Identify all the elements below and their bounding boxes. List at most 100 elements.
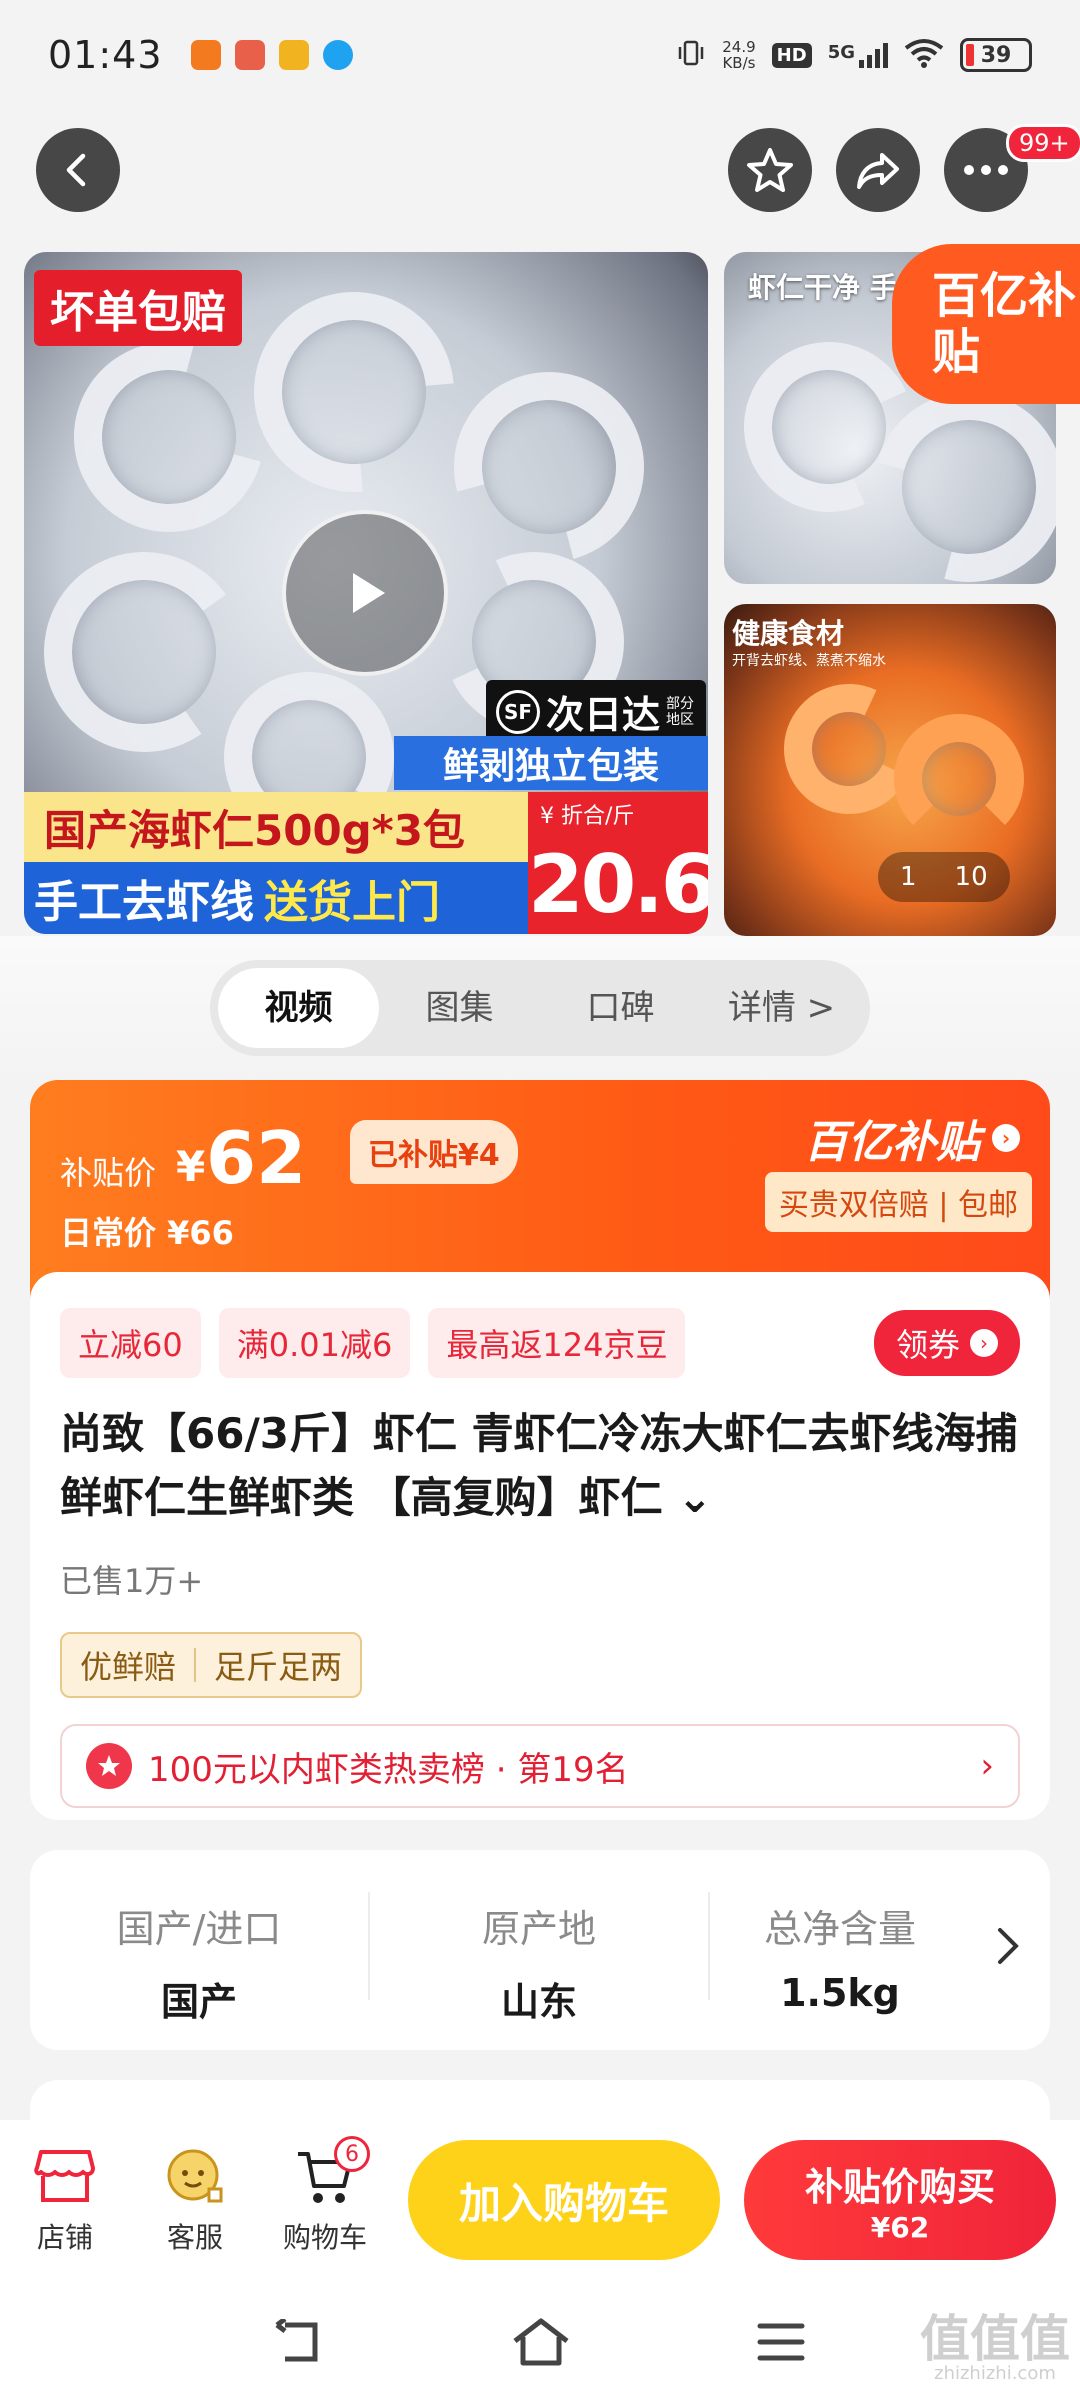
param-key: 国产/进口 bbox=[116, 1907, 282, 1951]
home-icon bbox=[513, 2318, 569, 2366]
network-type: 5G bbox=[827, 42, 855, 63]
cart-count-badge: 6 bbox=[334, 2136, 370, 2172]
app-notification-icon bbox=[234, 40, 265, 70]
tab-details[interactable]: 详情 > bbox=[701, 968, 862, 1048]
thumbnail-subcaption: 开背去虾线、蒸煮不缩水 bbox=[732, 653, 886, 669]
buy-now-label: 补贴价购买 bbox=[804, 2165, 995, 2209]
sold-count: 已售1万+ bbox=[60, 1562, 204, 1600]
product-params-card[interactable]: 国产/进口 国产 原产地 山东 总净含量 1.5kg bbox=[30, 1850, 1050, 2050]
cart-button[interactable]: 6 购物车 bbox=[270, 2136, 380, 2256]
tab-reviews[interactable]: 口碑 bbox=[540, 968, 701, 1048]
pager-current: 1 bbox=[900, 862, 917, 892]
back-icon bbox=[275, 2319, 318, 2362]
cart-icon: 6 bbox=[270, 2136, 380, 2212]
bottom-action-bar: 店铺 客服 6 购物车 加入购物车 补贴价购买 ¥62 bbox=[0, 2120, 1080, 2284]
tab-video[interactable]: 视频 bbox=[218, 968, 379, 1048]
network-speed: 24.9 KB/s bbox=[722, 39, 755, 71]
thumbnail-caption: 健康食材 bbox=[732, 617, 845, 650]
chevron-right-icon: › bbox=[970, 1329, 998, 1357]
param-origin-type: 国产/进口 国产 bbox=[30, 1898, 368, 2026]
chevron-right-icon: › bbox=[992, 1124, 1020, 1152]
product-image-shape bbox=[39, 307, 299, 567]
subsidy-badge: 百亿补贴 bbox=[892, 244, 1080, 404]
product-image-shape bbox=[213, 252, 495, 533]
service-tag: 足斤足两 bbox=[214, 1648, 343, 1686]
more-icon bbox=[964, 165, 1008, 175]
product-title[interactable]: 尚致【66/3斤】虾仁 青虾仁冷冻大虾仁去虾线海捕鲜虾仁生鲜虾类 【高复购】虾仁… bbox=[60, 1402, 1020, 1530]
battery-icon: 39 bbox=[960, 38, 1032, 72]
subsidy-price-card: 补贴价 ¥ 62 已补贴¥4 日常价 ¥66 百亿补贴 › 买贵双倍赔 | 包邮 bbox=[30, 1080, 1050, 1300]
daily-price: 日常价 ¥66 bbox=[60, 1214, 234, 1252]
coupon-item[interactable]: 立减60 bbox=[60, 1308, 201, 1378]
thumbnail-caption: 虾仁干净 手 bbox=[748, 271, 898, 304]
subsidy-logo: 百亿补贴 bbox=[804, 1117, 980, 1168]
buy-now-button[interactable]: 补贴价购买 ¥62 bbox=[744, 2140, 1056, 2260]
param-key: 总净含量 bbox=[763, 1907, 916, 1951]
wifi-icon bbox=[904, 38, 944, 73]
system-home-button[interactable] bbox=[506, 2314, 576, 2370]
unit-price-label: ¥ 折合/斤 bbox=[540, 804, 635, 829]
coupon-list: 立减60 满0.01减6 最高返124京豆 bbox=[60, 1308, 686, 1378]
service-tags[interactable]: 优鲜赔 足斤足两 bbox=[60, 1632, 363, 1698]
buy-now-price: ¥62 bbox=[870, 2211, 930, 2244]
signal-icon: 5G bbox=[828, 42, 888, 68]
delivery-banner: 手工去虾线 送货上门 bbox=[24, 862, 528, 934]
star-icon bbox=[747, 148, 793, 192]
watermark-url: zhizhizhi.com bbox=[934, 2363, 1056, 2384]
play-button[interactable] bbox=[282, 510, 448, 676]
param-value: 山东 bbox=[500, 1980, 577, 2024]
menu-icon bbox=[757, 2323, 805, 2361]
tab-gallery[interactable]: 图集 bbox=[379, 968, 540, 1048]
product-image-shape bbox=[894, 714, 1024, 844]
vibrate-icon bbox=[676, 38, 706, 73]
message-badge: 99+ bbox=[1006, 124, 1080, 162]
sf-next-day-badge: SF 次日达 部分地区 bbox=[486, 680, 707, 743]
sf-label: 次日达 bbox=[546, 693, 661, 737]
app-notification-icon bbox=[278, 40, 309, 70]
media-tabs: 视频 图集 口碑 详情 > bbox=[210, 960, 870, 1056]
customer-service-icon bbox=[140, 2142, 250, 2212]
system-menu-button[interactable] bbox=[746, 2314, 816, 2370]
deveined-label: 手工去虾线 bbox=[34, 877, 254, 928]
product-spec-banner: 国产海虾仁500g*3包 bbox=[24, 792, 528, 862]
param-value: 1.5kg bbox=[780, 1971, 900, 2015]
currency-symbol: ¥ bbox=[176, 1142, 206, 1191]
damage-guarantee-tag: 坏单包赔 bbox=[34, 270, 242, 346]
status-bar: 01:43 24.9 KB/s HD 5G 39 bbox=[0, 0, 1080, 110]
home-delivery-label: 送货上门 bbox=[264, 877, 440, 928]
get-coupon-button[interactable]: 领券 › bbox=[873, 1310, 1020, 1376]
speed-unit: KB/s bbox=[722, 54, 756, 72]
main-video-thumbnail[interactable]: 坏单包赔 SF 次日达 部分地区 鲜剥独立包装 国产海虾仁500g*3包 手工去… bbox=[24, 252, 708, 934]
subsidy-program-link[interactable]: 百亿补贴 › bbox=[804, 1106, 1020, 1170]
hd-icon: HD bbox=[771, 42, 812, 68]
chevron-right-icon[interactable] bbox=[996, 1926, 1020, 1976]
gallery-thumbnail-2[interactable]: 健康食材 开背去虾线、蒸煮不缩水 1 10 bbox=[724, 604, 1056, 936]
site-watermark: 值值值 zhizhizhi.com bbox=[920, 2314, 1070, 2384]
shop-label: 店铺 bbox=[36, 2221, 93, 2254]
share-icon bbox=[857, 153, 899, 189]
system-back-button[interactable] bbox=[264, 2314, 334, 2370]
watermark-text: 值值值 bbox=[920, 2310, 1070, 2368]
price-guarantee: 买贵双倍赔 | 包邮 bbox=[764, 1172, 1032, 1232]
ranking-text: 100元以内虾类热卖榜 · 第19名 bbox=[148, 1749, 629, 1790]
param-place-of-origin: 原产地 山东 bbox=[370, 1898, 708, 2026]
subsidized-amount: 已补贴¥4 bbox=[350, 1120, 518, 1184]
ranking-bar[interactable]: 100元以内虾类热卖榜 · 第19名 › bbox=[60, 1724, 1020, 1808]
unit-price-box: ¥ 折合/斤 20.6 bbox=[528, 792, 708, 934]
customer-service-button[interactable]: 客服 bbox=[140, 2142, 250, 2256]
sf-logo-icon: SF bbox=[496, 689, 540, 734]
param-key: 原产地 bbox=[481, 1907, 596, 1951]
coupon-item[interactable]: 最高返124京豆 bbox=[428, 1308, 686, 1378]
favorite-button[interactable] bbox=[728, 128, 812, 212]
packaging-banner: 鲜剥独立包装 bbox=[394, 736, 708, 790]
product-image-shape bbox=[28, 536, 260, 768]
back-button[interactable] bbox=[36, 128, 120, 212]
add-to-cart-button[interactable]: 加入购物车 bbox=[408, 2140, 720, 2260]
sf-note: 部分地区 bbox=[666, 695, 695, 728]
qq-icon bbox=[322, 40, 353, 70]
share-button[interactable] bbox=[836, 128, 920, 212]
medal-icon bbox=[86, 1743, 132, 1789]
shop-button[interactable]: 店铺 bbox=[10, 2142, 120, 2256]
subsidy-price: 62 bbox=[206, 1116, 307, 1200]
coupon-item[interactable]: 满0.01减6 bbox=[218, 1308, 411, 1378]
